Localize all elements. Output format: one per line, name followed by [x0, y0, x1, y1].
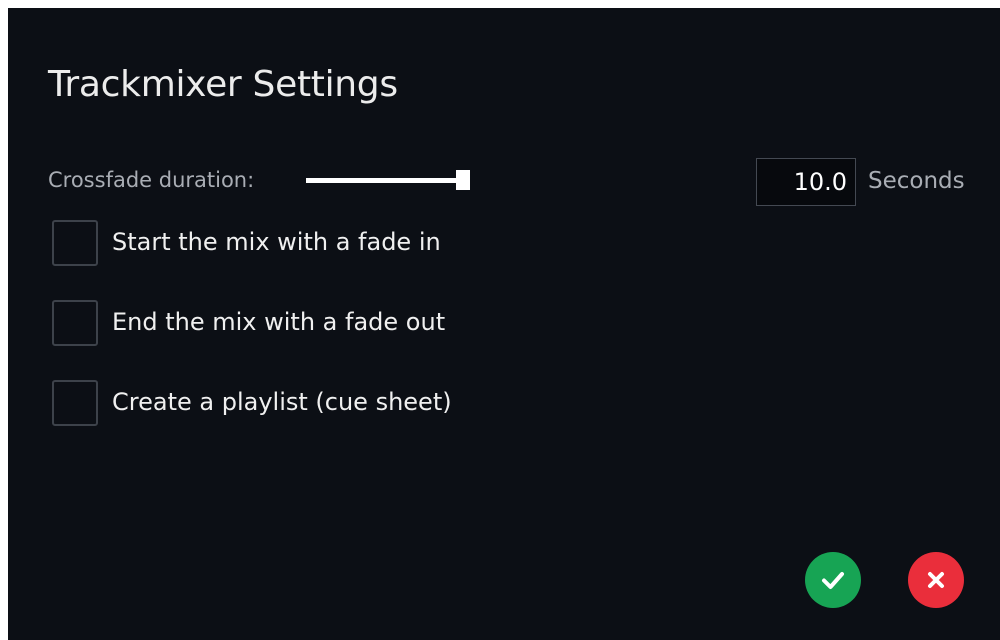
crossfade-row: Crossfade duration: 10.0 Seconds [48, 158, 988, 206]
fade-in-label[interactable]: Start the mix with a fade in [112, 228, 441, 256]
create-playlist-label[interactable]: Create a playlist (cue sheet) [112, 388, 452, 416]
fade-out-checkbox[interactable] [52, 300, 98, 346]
option-create-playlist[interactable]: Create a playlist (cue sheet) [52, 380, 652, 426]
duration-unit-label: Seconds [868, 168, 965, 194]
slider-thumb[interactable] [456, 170, 470, 190]
option-fade-out[interactable]: End the mix with a fade out [52, 300, 652, 346]
confirm-button[interactable] [805, 552, 861, 608]
close-icon [928, 572, 944, 588]
cancel-button[interactable] [908, 552, 964, 608]
crossfade-slider[interactable] [306, 166, 470, 194]
checkmark-icon [822, 572, 844, 589]
crossfade-label: Crossfade duration: [48, 168, 255, 192]
create-playlist-checkbox[interactable] [52, 380, 98, 426]
fade-in-checkbox[interactable] [52, 220, 98, 266]
option-fade-in[interactable]: Start the mix with a fade in [52, 220, 652, 266]
crossfade-duration-input[interactable]: 10.0 [756, 158, 856, 206]
fade-out-label[interactable]: End the mix with a fade out [112, 308, 445, 336]
dialog-title: Trackmixer Settings [48, 64, 398, 105]
slider-fill [306, 178, 463, 183]
settings-dialog: Trackmixer Settings Crossfade duration: … [8, 8, 1000, 640]
